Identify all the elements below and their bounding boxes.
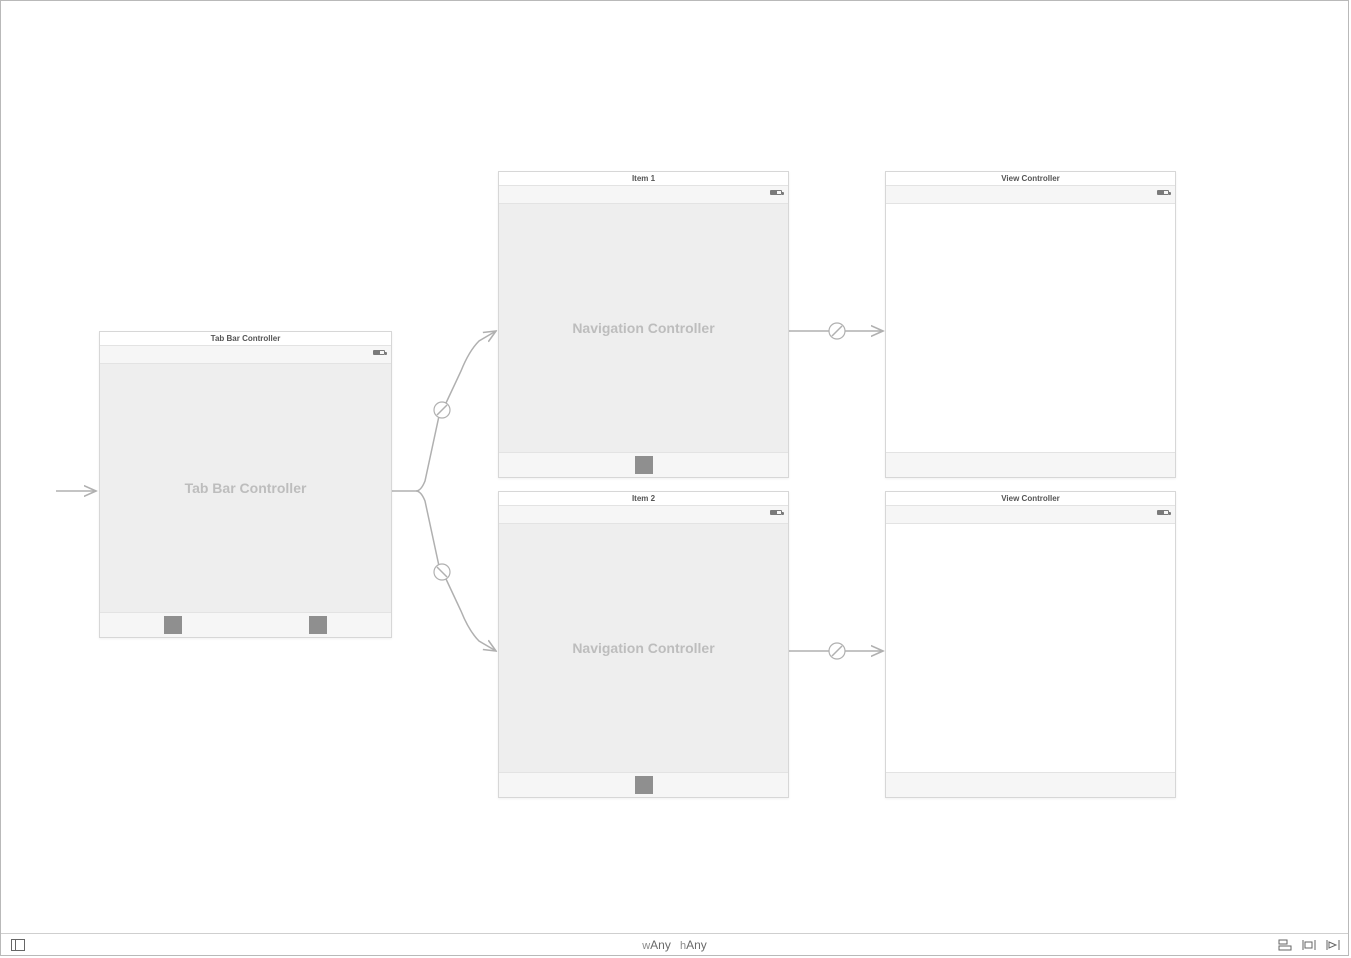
- placeholder-label: Tab Bar Controller: [185, 480, 307, 496]
- tab-bar-item-2[interactable]: [309, 616, 327, 634]
- resolve-issues-icon[interactable]: [1326, 939, 1340, 951]
- scene-body: Navigation Controller: [499, 204, 788, 452]
- scene-title: Item 2: [499, 492, 788, 506]
- size-class-control[interactable]: wAny hAny: [642, 938, 707, 952]
- tab-bar: [499, 772, 788, 797]
- scene-view-controller-2[interactable]: View Controller: [885, 491, 1176, 798]
- tab-bar: [499, 452, 788, 477]
- scene-body: Tab Bar Controller: [100, 364, 391, 612]
- scene-body: [886, 524, 1175, 772]
- scene-view-controller-1[interactable]: View Controller: [885, 171, 1176, 478]
- size-h-value: Any: [686, 938, 707, 952]
- canvas-bottom-bar: wAny hAny: [1, 933, 1348, 955]
- status-bar: [499, 186, 788, 204]
- scene-title: Item 1: [499, 172, 788, 186]
- battery-icon: [770, 190, 782, 195]
- scene-title: View Controller: [886, 492, 1175, 506]
- battery-icon: [373, 350, 385, 355]
- scene-title: Tab Bar Controller: [100, 332, 391, 346]
- size-w-prefix: w: [642, 940, 650, 952]
- toolbar: [886, 772, 1175, 797]
- align-icon[interactable]: [1278, 939, 1292, 951]
- pin-icon[interactable]: [1302, 939, 1316, 951]
- status-bar: [100, 346, 391, 364]
- battery-icon: [770, 510, 782, 515]
- size-w-value: Any: [650, 938, 671, 952]
- tab-bar-item[interactable]: [635, 776, 653, 794]
- storyboard-canvas[interactable]: Tab Bar Controller Tab Bar Controller It…: [0, 0, 1349, 956]
- scene-body: Navigation Controller: [499, 524, 788, 772]
- outline-toggle-icon[interactable]: [11, 939, 25, 951]
- scene-navigation-controller-2[interactable]: Item 2 Navigation Controller: [498, 491, 789, 798]
- status-bar: [499, 506, 788, 524]
- tab-bar-item[interactable]: [635, 456, 653, 474]
- status-bar: [886, 506, 1175, 524]
- status-bar: [886, 186, 1175, 204]
- tab-bar: [100, 612, 391, 637]
- battery-icon: [1157, 190, 1169, 195]
- toolbar: [886, 452, 1175, 477]
- scene-title: View Controller: [886, 172, 1175, 186]
- placeholder-label: Navigation Controller: [572, 320, 714, 336]
- battery-icon: [1157, 510, 1169, 515]
- scene-tab-bar-controller[interactable]: Tab Bar Controller Tab Bar Controller: [99, 331, 392, 638]
- scene-navigation-controller-1[interactable]: Item 1 Navigation Controller: [498, 171, 789, 478]
- placeholder-label: Navigation Controller: [572, 640, 714, 656]
- tab-bar-item-1[interactable]: [164, 616, 182, 634]
- scene-body: [886, 204, 1175, 452]
